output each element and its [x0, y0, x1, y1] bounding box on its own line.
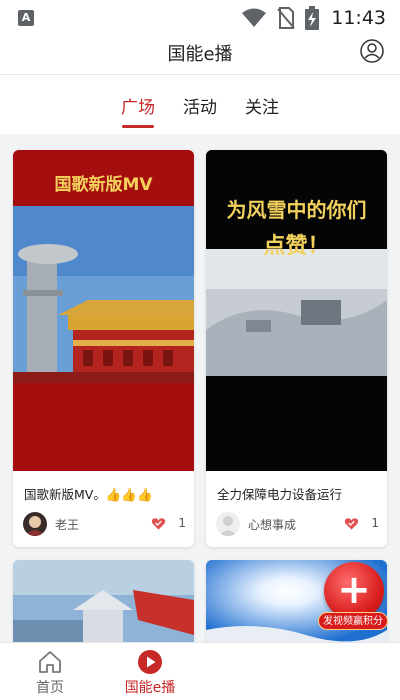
active-tab-indicator — [122, 125, 154, 128]
card-meta: 心想事成 1 — [216, 511, 381, 537]
status-icons: 11:43 — [241, 6, 386, 30]
video-card[interactable]: 为风雪中的你们 点赞！ 全力保障电力设备运行 心想事成 1 — [206, 150, 387, 547]
no-sim-icon — [277, 7, 295, 29]
app-header: 国能e播 — [0, 36, 400, 74]
card-meta: 老王 1 — [23, 511, 188, 537]
nav-label-broadcast[interactable]: 国能e播 — [100, 677, 200, 697]
card-title[interactable]: 国歌新版MV。👍👍👍 — [24, 484, 189, 503]
like-count: 1 — [371, 516, 379, 530]
like-count: 1 — [178, 516, 186, 530]
thumbnail-caption-line1: 为风雪中的你们 — [226, 198, 367, 222]
author-name[interactable]: 心想事成 — [248, 516, 296, 533]
page-title: 国能e播 — [167, 44, 233, 65]
nav-item-home[interactable]: 首页 — [0, 643, 100, 700]
tab-square[interactable]: 广场 — [121, 93, 155, 118]
video-thumbnail[interactable]: 国歌新版MV — [13, 150, 194, 471]
battery-charging-icon — [305, 6, 320, 30]
heart-icon[interactable] — [151, 517, 166, 531]
tab-activities[interactable]: 活动 — [183, 93, 217, 118]
thumbnail-caption: 国歌新版MV — [54, 175, 153, 195]
status-bar: A 11:43 — [0, 0, 400, 36]
tabs-bar: 广场 活动 关注 — [0, 75, 400, 134]
thumbnail-image — [13, 150, 194, 471]
status-time: 11:43 — [331, 7, 386, 29]
tab-following[interactable]: 关注 — [245, 93, 279, 118]
video-card[interactable] — [13, 560, 194, 650]
video-thumbnail[interactable]: 为风雪中的你们 点赞！ — [206, 150, 387, 471]
notification-icon: A — [18, 10, 34, 26]
video-card[interactable]: 国歌新版MV 国歌新版MV。👍👍👍 老王 1 — [13, 150, 194, 547]
profile-icon[interactable] — [360, 39, 384, 63]
publish-button-label[interactable]: 发视频赢积分 — [318, 612, 388, 630]
video-thumbnail[interactable] — [13, 560, 194, 650]
bottom-nav: 首页 国能e播 — [0, 642, 400, 700]
heart-icon[interactable] — [344, 517, 359, 531]
thumbnail-caption-line2: 点赞！ — [263, 234, 330, 259]
wifi-icon — [242, 8, 267, 27]
nav-item-broadcast[interactable]: 国能e播 — [100, 643, 200, 700]
author-name[interactable]: 老王 — [55, 516, 79, 533]
card-title[interactable]: 全力保障电力设备运行 — [217, 484, 382, 503]
avatar[interactable] — [216, 512, 240, 536]
publish-video-button[interactable]: + 发视频赢积分 — [318, 560, 388, 632]
nav-label-home[interactable]: 首页 — [0, 677, 100, 697]
avatar[interactable] — [23, 512, 47, 536]
home-icon[interactable] — [37, 649, 63, 675]
play-icon[interactable] — [137, 649, 163, 675]
